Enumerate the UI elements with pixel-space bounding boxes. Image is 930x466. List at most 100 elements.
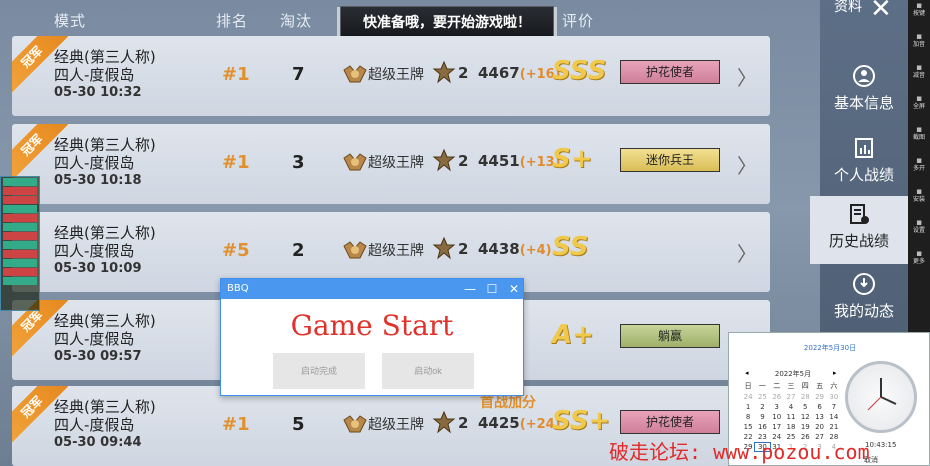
star-icon bbox=[432, 148, 456, 172]
calendar-day[interactable]: 3 bbox=[770, 403, 784, 411]
calendar-day[interactable]: 10 bbox=[770, 413, 784, 421]
maximize-icon[interactable]: ☐ bbox=[481, 279, 503, 299]
toolbar-icon: ▪ bbox=[915, 156, 923, 166]
chevron-right-icon[interactable]: 〉 bbox=[737, 150, 757, 179]
calendar-day[interactable]: 15 bbox=[741, 423, 755, 431]
side-item-stats[interactable]: 个人战绩 bbox=[820, 130, 908, 198]
chevron-right-icon[interactable]: 〉 bbox=[737, 238, 757, 267]
toolbar-button[interactable]: ▪ 截图 bbox=[908, 126, 930, 142]
match-map: 四人-度假岛 bbox=[54, 416, 135, 434]
weekday-label: 日 bbox=[744, 382, 752, 390]
match-kills: 3 bbox=[292, 152, 305, 173]
calendar-day[interactable]: 21 bbox=[827, 423, 841, 431]
calendar-day[interactable]: 8 bbox=[741, 413, 755, 421]
minimize-icon[interactable]: — bbox=[459, 279, 481, 299]
calendar-day[interactable]: 9 bbox=[755, 413, 769, 421]
score-value: 4438 bbox=[478, 240, 520, 258]
match-map: 四人-度假岛 bbox=[54, 242, 135, 260]
calendar-day[interactable]: 30 bbox=[827, 393, 841, 401]
toolbar-button[interactable]: ▪ 加音 bbox=[908, 33, 930, 49]
calendar-day[interactable]: 19 bbox=[798, 423, 812, 431]
match-info: 经典(第三人称) 四人-度假岛 05-30 10:18 bbox=[54, 136, 156, 190]
calendar-month: 2022年5月 bbox=[774, 370, 812, 378]
calendar-day[interactable]: 24 bbox=[741, 393, 755, 401]
toolbar-label: 更多 bbox=[912, 258, 925, 265]
match-info: 经典(第三人称) 四人-度假岛 05-30 10:32 bbox=[54, 48, 156, 102]
toolbar-button[interactable]: ▪ 减音 bbox=[908, 64, 930, 80]
match-mode: 经典(第三人称) bbox=[54, 48, 156, 66]
calendar-day[interactable]: 27 bbox=[784, 393, 798, 401]
calendar-day[interactable]: 25 bbox=[755, 393, 769, 401]
side-item-label: 基本信息 bbox=[833, 94, 894, 112]
match-grade: A+ bbox=[552, 320, 594, 350]
star-icon bbox=[432, 236, 456, 260]
score-value: 4451 bbox=[478, 152, 520, 170]
match-info: 经典(第三人称) 四人-度假岛 05-30 09:44 bbox=[54, 398, 156, 452]
side-item-history[interactable]: 历史战绩 bbox=[810, 196, 908, 264]
calendar-day[interactable]: 20 bbox=[812, 423, 826, 431]
toolbar-button[interactable]: ▪ 按键 bbox=[908, 2, 930, 18]
toolbar-button[interactable]: ▪ 设置 bbox=[908, 219, 930, 235]
toolbar-label: 多开 bbox=[912, 165, 925, 172]
debug-line bbox=[3, 250, 37, 258]
match-rank: #5 bbox=[222, 240, 250, 261]
calendar-day[interactable]: 28 bbox=[798, 393, 812, 401]
calendar-day[interactable]: 14 bbox=[827, 413, 841, 421]
toolbar-label: 减音 bbox=[912, 72, 925, 79]
calendar-day[interactable]: 1 bbox=[741, 403, 755, 411]
match-grade: S+ bbox=[552, 144, 593, 174]
calendar-day[interactable]: 4 bbox=[784, 403, 798, 411]
header-rank: 排名 bbox=[216, 12, 249, 30]
weekday-label: 三 bbox=[787, 382, 795, 390]
calendar-day[interactable]: 12 bbox=[798, 413, 812, 421]
score-value: 4425 bbox=[478, 414, 520, 432]
match-mode: 经典(第三人称) bbox=[54, 398, 156, 416]
title-badge: 护花使者 bbox=[620, 410, 720, 434]
match-stars: 2 bbox=[458, 240, 469, 258]
calendar-day[interactable]: 17 bbox=[770, 423, 784, 431]
calendar-day[interactable]: 2 bbox=[755, 403, 769, 411]
toolbar-button[interactable]: ▪ 更多 bbox=[908, 250, 930, 266]
toolbar-button[interactable]: ▪ 全屏 bbox=[908, 95, 930, 111]
match-row[interactable]: 冠军 经典(第三人称) 四人-度假岛 05-30 10:18 #1 3 超级王牌 … bbox=[12, 124, 770, 204]
close-icon[interactable]: ✕ bbox=[870, 0, 892, 24]
calendar-day[interactable]: 16 bbox=[755, 423, 769, 431]
match-mode: 经典(第三人称) bbox=[54, 224, 156, 242]
side-item-activity[interactable]: 我的动态 bbox=[820, 266, 908, 334]
toolbar-button[interactable]: ▪ 多开 bbox=[908, 157, 930, 173]
calendar-day[interactable]: 7 bbox=[827, 403, 841, 411]
side-item-label: 历史战绩 bbox=[828, 232, 889, 250]
chevron-right-icon[interactable]: 〉 bbox=[737, 62, 757, 91]
launch-ok-button[interactable]: 启动ok bbox=[382, 353, 474, 389]
launch-done-button[interactable]: 启动完成 bbox=[273, 353, 365, 389]
calendar-date-link[interactable]: 2022年5月30日 bbox=[729, 343, 930, 353]
match-score: 4438(+4) bbox=[478, 240, 552, 258]
weekday-label: 四 bbox=[801, 382, 809, 390]
calendar-day[interactable]: 5 bbox=[798, 403, 812, 411]
match-rank: #1 bbox=[222, 64, 250, 85]
debug-line bbox=[3, 214, 37, 222]
side-item-user[interactable]: 基本信息 bbox=[820, 58, 908, 126]
calendar-day[interactable]: 11 bbox=[784, 413, 798, 421]
debug-line bbox=[3, 259, 37, 267]
toolbar-label: 截图 bbox=[912, 134, 925, 141]
toolbar-label: 安装 bbox=[912, 196, 925, 203]
side-item-label: 我的动态 bbox=[833, 302, 894, 320]
calendar-day[interactable]: 18 bbox=[784, 423, 798, 431]
calendar-day[interactable]: 29 bbox=[812, 393, 826, 401]
match-row[interactable]: 冠军 经典(第三人称) 四人-度假岛 05-30 10:32 #1 7 超级王牌 … bbox=[12, 36, 770, 116]
next-month-icon[interactable]: ▸ bbox=[833, 369, 837, 377]
calendar-day[interactable]: 6 bbox=[812, 403, 826, 411]
calendar-day[interactable]: 26 bbox=[770, 393, 784, 401]
watermark: 破走论坛: www.pozou.com bbox=[609, 440, 870, 464]
toolbar-button[interactable]: ▪ 安装 bbox=[908, 188, 930, 204]
match-grade: SS bbox=[552, 232, 589, 262]
toolbar-icon: ▪ bbox=[915, 187, 923, 197]
calendar-day[interactable]: 13 bbox=[812, 413, 826, 421]
match-score: 4425(+24) bbox=[478, 414, 561, 432]
star-icon bbox=[432, 60, 456, 84]
side-item-label: 个人战绩 bbox=[833, 166, 894, 184]
clock-icon bbox=[845, 361, 917, 433]
toolbar-icon: ▪ bbox=[915, 63, 923, 73]
close-window-icon[interactable]: ✕ bbox=[503, 279, 525, 299]
